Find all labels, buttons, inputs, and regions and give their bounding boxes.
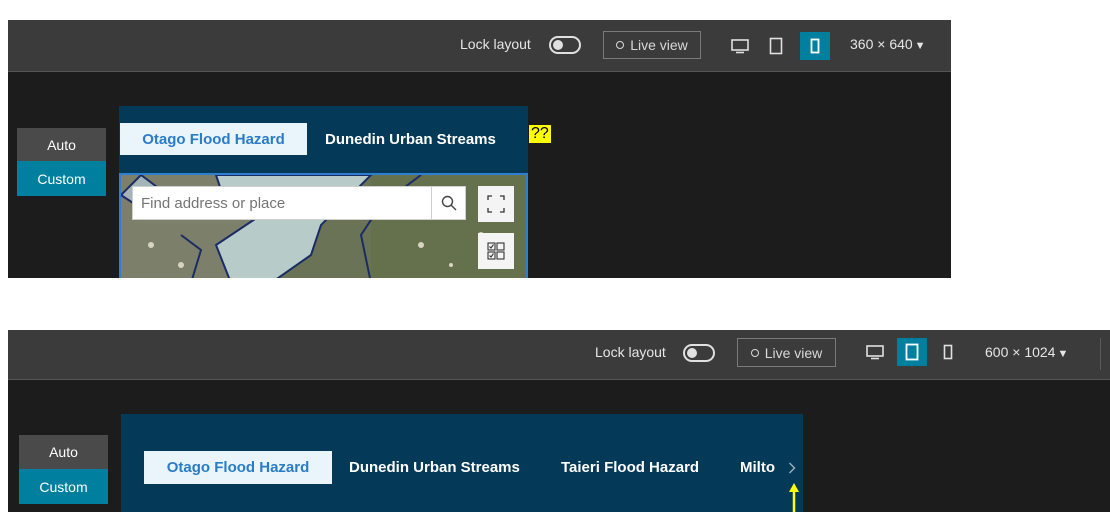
desktop-device-button[interactable]	[725, 32, 755, 60]
tab-taieri-flood-hazard[interactable]: Taieri Flood Hazard	[561, 451, 699, 484]
search-input[interactable]	[133, 187, 431, 219]
annotation-arrow-icon	[789, 483, 799, 512]
tab-dunedin-urban-streams[interactable]: Dunedin Urban Streams	[349, 451, 520, 484]
screen-size-label: 360 × 640	[850, 36, 913, 52]
screen-size-dropdown[interactable]: 600 × 1024 ▼	[985, 344, 1068, 360]
desktop-icon	[731, 39, 749, 54]
mobile-icon	[810, 38, 820, 54]
lock-layout-label: Lock layout	[595, 344, 666, 360]
fullscreen-icon	[487, 195, 505, 213]
live-dot-icon	[750, 348, 759, 357]
chevron-right-icon	[788, 462, 796, 474]
live-view-label: Live view	[630, 37, 688, 53]
screen-size-label: 600 × 1024	[985, 344, 1056, 360]
live-dot-icon	[616, 41, 625, 49]
screen-size-dropdown[interactable]: 360 × 640 ▼	[850, 36, 926, 52]
top-toolbar: Lock layout Live view 360 × 640 ▼	[8, 20, 951, 72]
layer-list-icon	[487, 242, 505, 260]
search-button[interactable]	[431, 187, 465, 219]
search-widget	[132, 186, 466, 220]
mobile-device-button[interactable]	[933, 338, 963, 366]
top-screenshot: Lock layout Live view 360 × 640 ▼ Auto Cu…	[8, 20, 951, 278]
top-app-preview: Otago Flood Hazard Dunedin Urban Streams	[119, 106, 528, 278]
lock-layout-toggle[interactable]	[549, 36, 581, 54]
tablet-device-button[interactable]	[761, 32, 791, 60]
tab-milton-truncated[interactable]: Milto	[740, 451, 784, 484]
fullscreen-button[interactable]	[478, 186, 514, 222]
bottom-screenshot: Lock layout Live view 600 × 1024 ▼ Auto C…	[8, 330, 1110, 512]
bottom-toolbar: Lock layout Live view 600 × 1024 ▼	[8, 330, 1110, 380]
search-icon	[441, 195, 456, 211]
custom-mode-button[interactable]: Custom	[19, 469, 108, 504]
tab-dunedin-urban-streams[interactable]: Dunedin Urban Streams	[325, 123, 496, 155]
dropdown-caret-icon: ▼	[914, 40, 926, 52]
auto-mode-button[interactable]: Auto	[19, 435, 108, 469]
toolbar-divider	[1100, 338, 1101, 370]
tab-otago-flood-hazard[interactable]: Otago Flood Hazard	[144, 451, 332, 484]
desktop-device-button[interactable]	[860, 338, 890, 366]
desktop-icon	[866, 345, 884, 360]
lock-layout-label: Lock layout	[460, 36, 531, 52]
auto-mode-button[interactable]: Auto	[17, 128, 106, 161]
tablet-icon	[769, 37, 783, 55]
custom-mode-button[interactable]: Custom	[17, 161, 106, 196]
mobile-device-button[interactable]	[800, 32, 830, 60]
live-view-button[interactable]: Live view	[603, 31, 701, 59]
scroll-tabs-right-button[interactable]	[785, 458, 799, 478]
tablet-icon	[905, 343, 919, 361]
bottom-app-preview: Otago Flood Hazard Dunedin Urban Streams…	[121, 414, 803, 512]
live-view-label: Live view	[764, 344, 823, 361]
tab-otago-flood-hazard[interactable]: Otago Flood Hazard	[120, 123, 307, 155]
layer-list-button[interactable]	[478, 233, 514, 269]
live-view-button[interactable]: Live view	[737, 338, 836, 367]
tablet-device-button[interactable]	[897, 338, 927, 366]
lock-layout-toggle[interactable]	[683, 344, 715, 362]
annotation-question-marks: ??	[529, 125, 551, 143]
dropdown-caret-icon: ▼	[1057, 348, 1069, 360]
map-view[interactable]	[119, 173, 528, 278]
mobile-icon	[943, 344, 953, 360]
